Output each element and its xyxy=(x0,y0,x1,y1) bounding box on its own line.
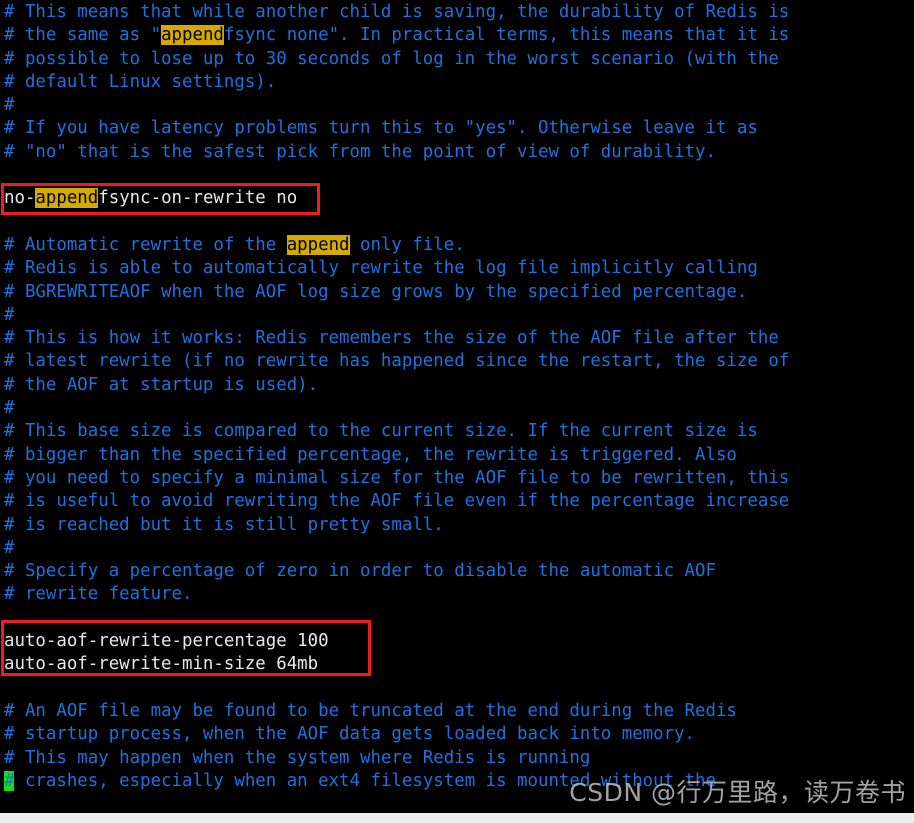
config-file-text[interactable]: # This means that while another child is… xyxy=(4,1,789,793)
comment-line: # "no" that is the safest pick from the … xyxy=(4,141,716,162)
comment-line: # xyxy=(4,304,15,325)
config-directive-line: no-appendfsync-on-rewrite no xyxy=(4,188,298,209)
text-cursor: # xyxy=(4,770,15,791)
comment-line: # If you have latency problems turn this… xyxy=(4,118,758,139)
search-highlight: append xyxy=(286,234,350,255)
comment-line: # bigger than the specified percentage, … xyxy=(4,444,737,465)
screenshot-root: # This means that while another child is… xyxy=(0,0,914,823)
comment-line: # Automatic rewrite of the append only f… xyxy=(4,234,465,255)
comment-line: # Redis is able to automatically rewrite… xyxy=(4,258,758,279)
comment-line: # is useful to avoid rewriting the AOF f… xyxy=(4,491,790,512)
comment-line: # rewrite feature. xyxy=(4,584,193,605)
comment-line: # you need to specify a minimal size for… xyxy=(4,467,790,488)
comment-line: # An AOF file may be found to be truncat… xyxy=(4,700,737,721)
comment-line: # latest rewrite (if no rewrite has happ… xyxy=(4,351,790,372)
comment-line: # startup process, when the AOF data get… xyxy=(4,724,696,745)
comment-line: # xyxy=(4,398,15,419)
search-highlight: append xyxy=(161,25,224,46)
comment-line: # xyxy=(4,95,15,116)
comment-line: # the same as "appendfsync none". In pra… xyxy=(4,25,790,46)
config-directive-line: auto-aof-rewrite-percentage 100 xyxy=(4,631,329,652)
comment-line: # This is how it works: Redis remembers … xyxy=(4,328,779,349)
search-highlight: append xyxy=(35,188,99,209)
comment-line: # This may happen when the system where … xyxy=(4,747,591,768)
config-directive-line: auto-aof-rewrite-min-size 64mb xyxy=(4,654,319,675)
comment-line: # is reached but it is still pretty smal… xyxy=(4,514,444,535)
comment-line: # This means that while another child is… xyxy=(4,2,790,22)
comment-line: # BGREWRITEAOF when the AOF log size gro… xyxy=(4,281,748,302)
comment-line: # xyxy=(4,537,15,558)
csdn-watermark: CSDN @行万里路，读万卷书 xyxy=(569,778,906,807)
page-bottom-strip xyxy=(0,813,914,823)
comment-line: # Specify a percentage of zero in order … xyxy=(4,561,716,582)
comment-line: # the AOF at startup is used). xyxy=(4,374,319,395)
comment-line: # possible to lose up to 30 seconds of l… xyxy=(4,48,779,69)
comment-line: # This base size is compared to the curr… xyxy=(4,421,758,442)
terminal-window[interactable]: # This means that while another child is… xyxy=(0,0,914,813)
comment-line: # default Linux settings). xyxy=(4,71,277,92)
